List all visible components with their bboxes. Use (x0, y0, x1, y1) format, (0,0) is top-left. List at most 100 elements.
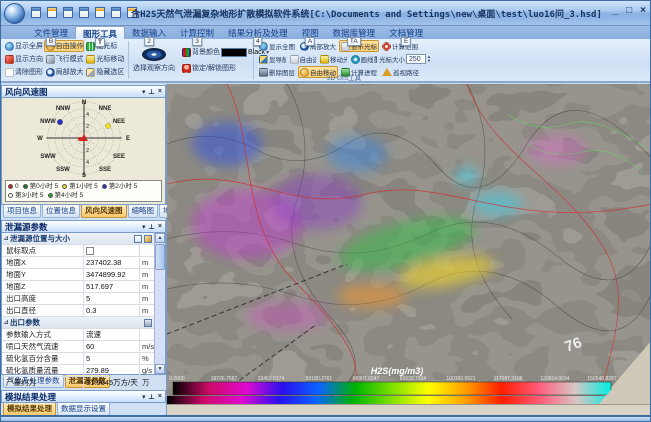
section-expand-icon[interactable]: ⊿ (2, 319, 10, 326)
legend-dot (48, 193, 53, 198)
scroll-down-icon[interactable]: ▼ (155, 364, 165, 374)
tab-document-management[interactable]: 文档管理E (382, 26, 430, 39)
panel-collapse-icon[interactable]: ▾ (142, 223, 146, 231)
target-icon (382, 42, 391, 51)
tab-project-info[interactable]: 项目信息 (3, 205, 41, 218)
background-color-icon (182, 48, 191, 57)
mouse-pick-checkbox[interactable] (86, 247, 94, 255)
qat-button-5[interactable] (93, 5, 106, 19)
svg-text:E: E (126, 136, 130, 142)
show-direction-button[interactable]: 显示方向 (3, 53, 44, 65)
redraw-line-button[interactable]: 画线重绘 (349, 53, 379, 65)
panel-collapse-icon[interactable]: ▾ (142, 88, 146, 96)
maximize-button[interactable]: □ (626, 5, 632, 17)
close-button[interactable]: × (640, 5, 646, 17)
tab-location-info[interactable]: 位置信息 (42, 205, 80, 218)
application-window: 含H2S天然气泄漏复杂地形扩散模拟软件系统[C:\Documents and S… (0, 0, 651, 422)
svg-text:66907.0347: 66907.0347 (353, 376, 380, 382)
ground-y-value[interactable]: 3474899.92 (84, 269, 140, 280)
window-icon (111, 7, 121, 18)
svg-text:SSW: SSW (56, 167, 70, 173)
svg-text:SEE: SEE (113, 154, 125, 160)
legend-dot (8, 184, 13, 189)
grid-row: 地面Y3474899.92m (2, 269, 154, 281)
legend-dot (23, 184, 28, 189)
section-expand-icon[interactable]: ⊿ (2, 235, 10, 242)
tab-wind-rose[interactable]: 风向风速图 (81, 205, 127, 218)
tab-thumbnail[interactable]: 缩略图 (128, 205, 159, 218)
svg-text:150540.8281: 150540.8281 (587, 376, 616, 382)
panel-close-icon[interactable]: × (158, 393, 162, 400)
svg-text:NNE: NNE (99, 106, 112, 112)
grid-row: 硫化氢质量流量279.89g/s (2, 365, 154, 377)
nav-map-button[interactable]: 显导航图 (257, 53, 287, 65)
show-fullscreen-button[interactable]: 显示全屏 (3, 40, 44, 52)
tab-view[interactable]: 视图A (295, 26, 326, 39)
lock-icon (182, 64, 191, 73)
gas-velocity-value[interactable]: 60 (84, 341, 140, 352)
flight-mode-button[interactable]: 飞行模式 (44, 53, 85, 65)
grid-section-header[interactable]: ⊿ 出口参数 (2, 317, 154, 329)
outlet-height-value[interactable]: 5 (84, 293, 140, 304)
input-mode-value[interactable]: 流速 (84, 329, 140, 340)
panel-close-icon[interactable]: × (158, 223, 162, 230)
scroll-up-icon[interactable]: ▲ (155, 233, 165, 243)
tab-database-management[interactable]: 数据库管理TA (326, 26, 383, 39)
svg-text:N: N (82, 100, 86, 106)
free-select-button[interactable]: 自由选择 (288, 53, 318, 65)
map-viewport[interactable]: 76 H2S(mg/m3) 0.0000 16726.7587 33453.51… (167, 84, 651, 404)
grid-section-header[interactable]: ⊿ 泄漏源位置与大小 (2, 233, 154, 245)
grid-row: 地面Z517.697m (2, 281, 154, 293)
minimize-button[interactable]: _ (613, 5, 619, 17)
local-zoom-button[interactable]: 局部放大 (44, 66, 85, 78)
move-cursor-button[interactable]: 移动光标 (318, 53, 348, 65)
grid-cursor-icon (86, 42, 95, 51)
keytip: 2 (144, 37, 154, 46)
panel-collapse-icon[interactable]: ▾ (142, 393, 146, 401)
hide-region-icon (86, 68, 95, 77)
app-logo[interactable] (4, 3, 25, 24)
calculator-icon[interactable] (144, 319, 152, 327)
pencil-icon[interactable] (144, 235, 152, 243)
tab-file-management[interactable]: 文件管理B (27, 26, 75, 39)
qat-button-2[interactable] (45, 5, 58, 19)
panel-pin-icon[interactable]: ⊥ (149, 223, 155, 231)
tab-data-input[interactable]: 数据输入2 (125, 26, 173, 39)
scrollbar-thumb[interactable] (155, 244, 165, 270)
tab-result-analysis[interactable]: 结果分析及处理4 (221, 26, 295, 39)
select-view-direction-button[interactable]: 选择观察方向 (132, 40, 176, 80)
spinner-arrows[interactable]: ▲▼ (427, 55, 431, 63)
svg-text:NEE: NEE (113, 119, 125, 125)
grid-scrollbar[interactable]: ▲ ▼ (154, 233, 165, 374)
panel-pin-icon[interactable]: ⊥ (149, 393, 155, 401)
grid-row: 出口高度5m (2, 293, 154, 305)
show-full-map-button[interactable]: 显示全图 (257, 40, 297, 52)
production-value[interactable]: 31.8645万方/天 (84, 377, 140, 388)
page-icon[interactable] (134, 235, 142, 243)
clear-graphics-button[interactable]: 清除图形 (3, 66, 44, 78)
cursor-size-input[interactable]: 250 (406, 54, 426, 64)
tab-graphic-tools[interactable]: 图形工具T (75, 26, 125, 39)
wind-panel-titlebar: 风向风速图 ▾ ⊥ × (1, 85, 166, 98)
group-caption: 3D GIS工具 (255, 72, 433, 82)
bottom-dock-bar[interactable] (1, 415, 651, 422)
svg-text:100360.5521: 100360.5521 (446, 376, 475, 382)
cursor-move-button[interactable]: 光标移动 (84, 53, 125, 65)
h2s-percent-value[interactable]: 5 (84, 353, 140, 364)
hide-region-button[interactable]: 隐藏选区 (84, 66, 125, 78)
ground-x-value[interactable]: 237402.38 (84, 257, 140, 268)
svg-text:117087.3108: 117087.3108 (494, 376, 523, 382)
qat-button-1[interactable] (29, 5, 42, 19)
outlet-diameter-value[interactable]: 0.3 (84, 305, 140, 316)
h2s-massflow-value[interactable]: 279.89 (84, 365, 140, 376)
tab-calc-control[interactable]: 计算控制3 (173, 26, 221, 39)
qat-button-4[interactable] (77, 5, 90, 19)
svg-text:SWW: SWW (40, 154, 56, 160)
ground-z-value[interactable]: 517.697 (84, 281, 140, 292)
panel-close-icon[interactable]: × (158, 88, 162, 95)
legend-dot (8, 193, 13, 198)
panel-pin-icon[interactable]: ⊥ (149, 88, 155, 96)
qat-button-3[interactable] (61, 5, 74, 19)
spin-down-icon[interactable]: ▼ (427, 59, 431, 63)
keytip: E (401, 37, 411, 46)
